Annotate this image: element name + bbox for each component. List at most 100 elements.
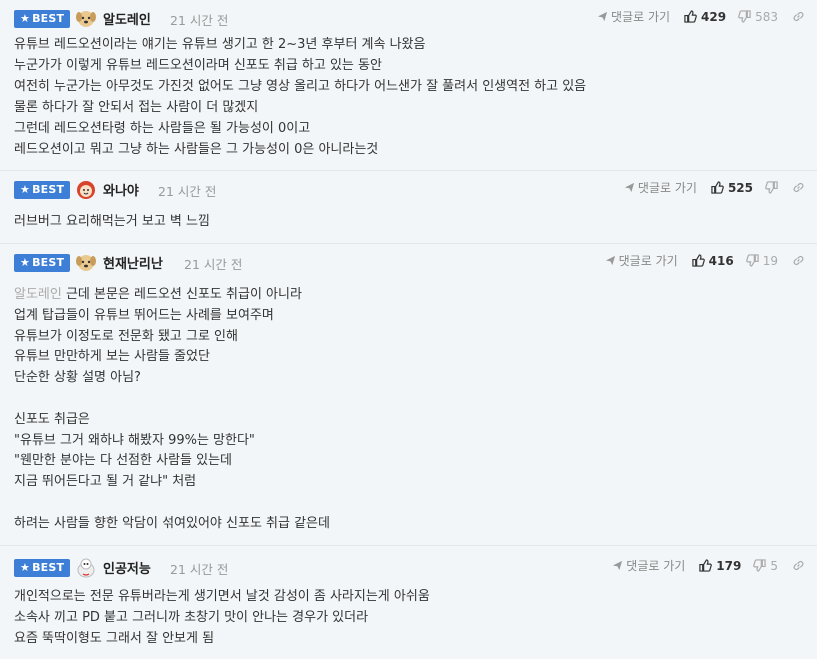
reply-link[interactable]: 댓글로 가기 [597,8,670,25]
best-badge: ★ BEST [14,181,71,199]
comment-header: ★ BEST 인공저능 21 시간 전 댓글로 가기 179 5 [0,546,817,580]
paper-plane-icon [605,255,615,266]
dislike-button[interactable]: 5 [753,559,778,573]
thumbs-down-icon [753,559,767,572]
robot-avatar-icon [77,558,95,578]
link-button[interactable] [792,559,805,572]
best-label: BEST [32,256,65,269]
thumbs-down-icon [738,10,751,23]
best-label: BEST [32,183,65,196]
comment-line: 유튜브가 이정도로 전문화 됐고 그로 인해 [14,328,238,344]
comment-actions: 댓글로 가기 179 5 [612,557,805,574]
comment-line: 알도레인 근데 본문은 레드오션 신포도 취급이 아니라 [14,285,804,306]
comment-line: 유튜브 만만하게 보는 사람들 줄었단 [14,349,210,365]
comment-line: 단순한 상황 설명 아님? [14,370,141,386]
comment-line: 요즘 뚝딱이형도 그래서 잘 안보게 됨 [14,631,215,646]
comment-line: 개인적으로는 전문 유튜버라는게 생기면서 날것 감성이 좀 사라지는게 아쉬움 [14,589,430,604]
dislike-button[interactable]: 19 [745,253,778,268]
star-icon: ★ [20,183,31,196]
like-button[interactable]: 525 [711,181,753,195]
like-button[interactable]: 179 [699,559,741,573]
comment-line: 그런데 레드오션타령 하는 사람들은 될 가능성이 0이고 [14,121,311,136]
link-icon [793,560,804,571]
author-name[interactable]: 인공저능 [103,558,151,577]
author-name[interactable]: 현재난리난 [103,253,163,272]
paper-plane-icon [597,11,608,22]
star-icon: ★ [20,561,31,574]
dislike-button[interactable] [765,181,778,194]
timestamp: 21 시간 전 [170,13,229,28]
like-count: 429 [701,9,727,24]
best-label: BEST [32,12,65,25]
comment-line: 지금 뛰어든다고 될 거 같냐" 처럼 [14,474,197,490]
comment-line: "유튜브 그거 왜하냐 해봤자 99%는 망한다" [14,432,255,448]
reply-link[interactable]: 댓글로 가기 [612,557,685,574]
thumbs-up-icon [699,559,713,572]
like-count: 525 [727,180,753,195]
dislike-count: 19 [762,253,778,268]
best-label: BEST [32,561,65,574]
thumbs-up-icon [711,181,724,194]
comment-line: 업계 탑급들이 유튜브 뛰어드는 사례를 보여주며 [14,307,274,323]
link-icon [793,255,804,266]
comment-actions: 댓글로 가기 429 583 [597,8,805,25]
paper-plane-icon [613,560,623,571]
author-name[interactable]: 와나야 [103,180,139,199]
reply-label: 댓글로 가기 [626,559,686,573]
comment-line: 누군가가 이렇게 유튜브 레드오션이라며 신포도 취급 하고 있는 동안 [14,58,382,73]
comment-body: 개인적으로는 전문 유튜버라는게 생기면서 날것 감성이 좀 사라지는게 아쉬움… [14,586,804,649]
comment-header: ★ BEST 현재난리난 21 시간 전 댓글로 가기 416 19 [0,244,817,278]
comment-text: 근데 본문은 레드오션 신포도 취급이 아니라 [61,287,302,302]
comment-item: ★ BEST 현재난리난 21 시간 전 댓글로 가기 416 19 알도레인 근… [0,244,817,546]
comment-item: ★ BEST 알도레인 21 시간 전 댓글로 가기 429 583 유튜브 레드… [0,0,817,171]
reply-link[interactable]: 댓글로 가기 [624,179,697,196]
comment-body: 러브버그 요리해먹는거 보고 벽 느낌 [14,211,804,232]
dislike-count: 5 [770,558,778,573]
like-button[interactable]: 416 [691,254,734,268]
link-icon [793,11,804,22]
comment-line: 물론 하다가 잘 안되서 접는 사람이 더 많겠지 [14,100,259,115]
link-button[interactable] [792,181,805,194]
comment-actions: 댓글로 가기 416 19 [605,252,805,269]
comment-line: 하려는 사람들 향한 악담이 섞여있어야 신포도 취급 같은데 [14,515,330,531]
comment-line: "웬만한 분야는 다 선점한 사람들 있는데 [14,453,233,469]
like-button[interactable]: 429 [684,10,726,24]
comment-line: 소속사 끼고 PD 붙고 그러니까 초창기 맛이 안나는 경우가 있더라 [14,610,369,625]
comment-body: 유튜브 레드오션이라는 얘기는 유튜브 생기고 한 2~3년 후부터 계속 나왔… [14,34,804,160]
thumbs-up-icon [684,10,697,23]
timestamp: 21 시간 전 [184,257,243,272]
dog-avatar-icon [76,255,96,271]
thumbs-up-icon [691,254,705,267]
author-name[interactable]: 알도레인 [103,9,151,28]
link-button[interactable] [792,10,805,23]
thumbs-down-icon [745,254,759,267]
comment-body: 알도레인 근데 본문은 레드오션 신포도 취급이 아니라 업계 탑급들이 유튜브 … [14,285,804,535]
mention-link[interactable]: 알도레인 [14,287,62,302]
timestamp: 21 시간 전 [170,562,229,577]
dislike-count: 583 [755,9,778,24]
comment-item: ★ BEST 인공저능 21 시간 전 댓글로 가기 179 5 개인적으로는 전… [0,546,817,659]
dog-avatar-icon [76,11,96,27]
timestamp: 21 시간 전 [158,184,217,199]
comment-line: 레드오션이고 뭐고 그냥 하는 사람들은 그 가능성이 0은 아니라는것 [14,142,379,157]
best-badge: ★ BEST [14,559,71,577]
like-count: 179 [716,558,742,573]
star-icon: ★ [20,12,31,25]
comment-actions: 댓글로 가기 525 [624,179,805,196]
reply-label: 댓글로 가기 [637,181,697,195]
comment-header: ★ BEST 와나야 21 시간 전 댓글로 가기 525 [0,171,817,205]
comment-line: 신포도 취급은 [14,411,90,427]
best-badge: ★ BEST [14,10,71,28]
link-icon [793,182,804,193]
paper-plane-icon [624,182,635,193]
reply-link[interactable]: 댓글로 가기 [605,252,678,269]
comment-line: 여전히 누군가는 아무것도 가진것 없어도 그냥 영상 올리고 하다가 어느샌가… [14,79,587,94]
best-badge: ★ BEST [14,254,71,272]
dislike-button[interactable]: 583 [738,10,778,24]
reply-label: 댓글로 가기 [618,254,678,268]
comment-line: 러브버그 요리해먹는거 보고 벽 느낌 [14,214,210,229]
link-button[interactable] [792,254,805,267]
comment-header: ★ BEST 알도레인 21 시간 전 댓글로 가기 429 583 [0,0,817,34]
